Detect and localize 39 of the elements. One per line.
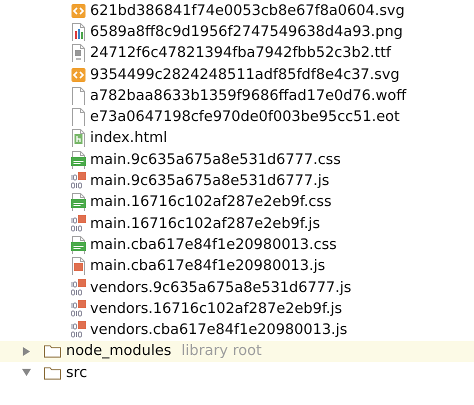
file-name[interactable]: a782baa8633b1359f9686ffad17e0d76.woff	[90, 88, 406, 104]
folder-name[interactable]: src	[66, 364, 88, 381]
css-file-icon	[71, 193, 86, 212]
font-file-icon	[71, 44, 86, 62]
file-name[interactable]: main.16716c102af287e2eb9f.js	[90, 216, 320, 232]
file-name[interactable]: index.html	[90, 130, 168, 146]
file-name[interactable]: vendors.9c635a675a8e531d6777.js	[90, 280, 352, 296]
minified-js-icon	[71, 321, 86, 340]
file-name[interactable]: vendors.cba617e84f1e20980013.js	[90, 322, 348, 338]
file-icon	[71, 86, 86, 105]
html-file-icon	[71, 129, 86, 148]
file-name[interactable]: main.9c635a675a8e531d6777.js	[90, 173, 330, 190]
folder-note: library root	[181, 343, 262, 360]
file-name[interactable]: main.cba617e84f1e20980013.css	[90, 236, 337, 253]
file-name[interactable]: main.16716c102af287e2eb9f.css	[90, 194, 332, 210]
folder-icon	[44, 366, 61, 380]
svg-file-icon	[71, 66, 86, 84]
file-name[interactable]: 9354499c2824248511adf85fdf8e4c37.svg	[90, 66, 400, 83]
file-name[interactable]: e73a0647198cfe970de0f003be95cc51.eot	[90, 109, 400, 126]
file-name[interactable]: 621bd386841f74e0053cb8e67f8a0604.svg	[90, 2, 405, 19]
collapse-arrow-icon[interactable]	[22, 368, 31, 378]
js-file-icon	[71, 257, 86, 276]
image-file-icon	[71, 22, 86, 41]
minified-js-icon	[71, 278, 86, 296]
file-name[interactable]: 24712f6c47821394fba7942fbb52c3b2.ttf	[90, 45, 392, 62]
css-file-icon	[71, 150, 86, 169]
file-icon	[71, 108, 86, 126]
file-name[interactable]: main.cba617e84f1e20980013.js	[90, 258, 326, 274]
minified-js-icon	[71, 214, 86, 233]
css-file-icon	[71, 236, 86, 254]
folder-name[interactable]: node_modules	[66, 343, 172, 360]
file-name[interactable]: 6589a8ff8c9d1956f2747549638d4a93.png	[90, 24, 403, 40]
expand-arrow-icon[interactable]	[22, 346, 31, 356]
file-name[interactable]: vendors.16716c102af287e2eb9f.js	[90, 300, 342, 317]
svg-file-icon	[71, 2, 86, 20]
folder-icon	[44, 344, 61, 358]
file-name[interactable]: main.9c635a675a8e531d6777.css	[90, 152, 341, 168]
minified-js-icon	[71, 172, 86, 190]
minified-js-icon	[71, 300, 86, 318]
